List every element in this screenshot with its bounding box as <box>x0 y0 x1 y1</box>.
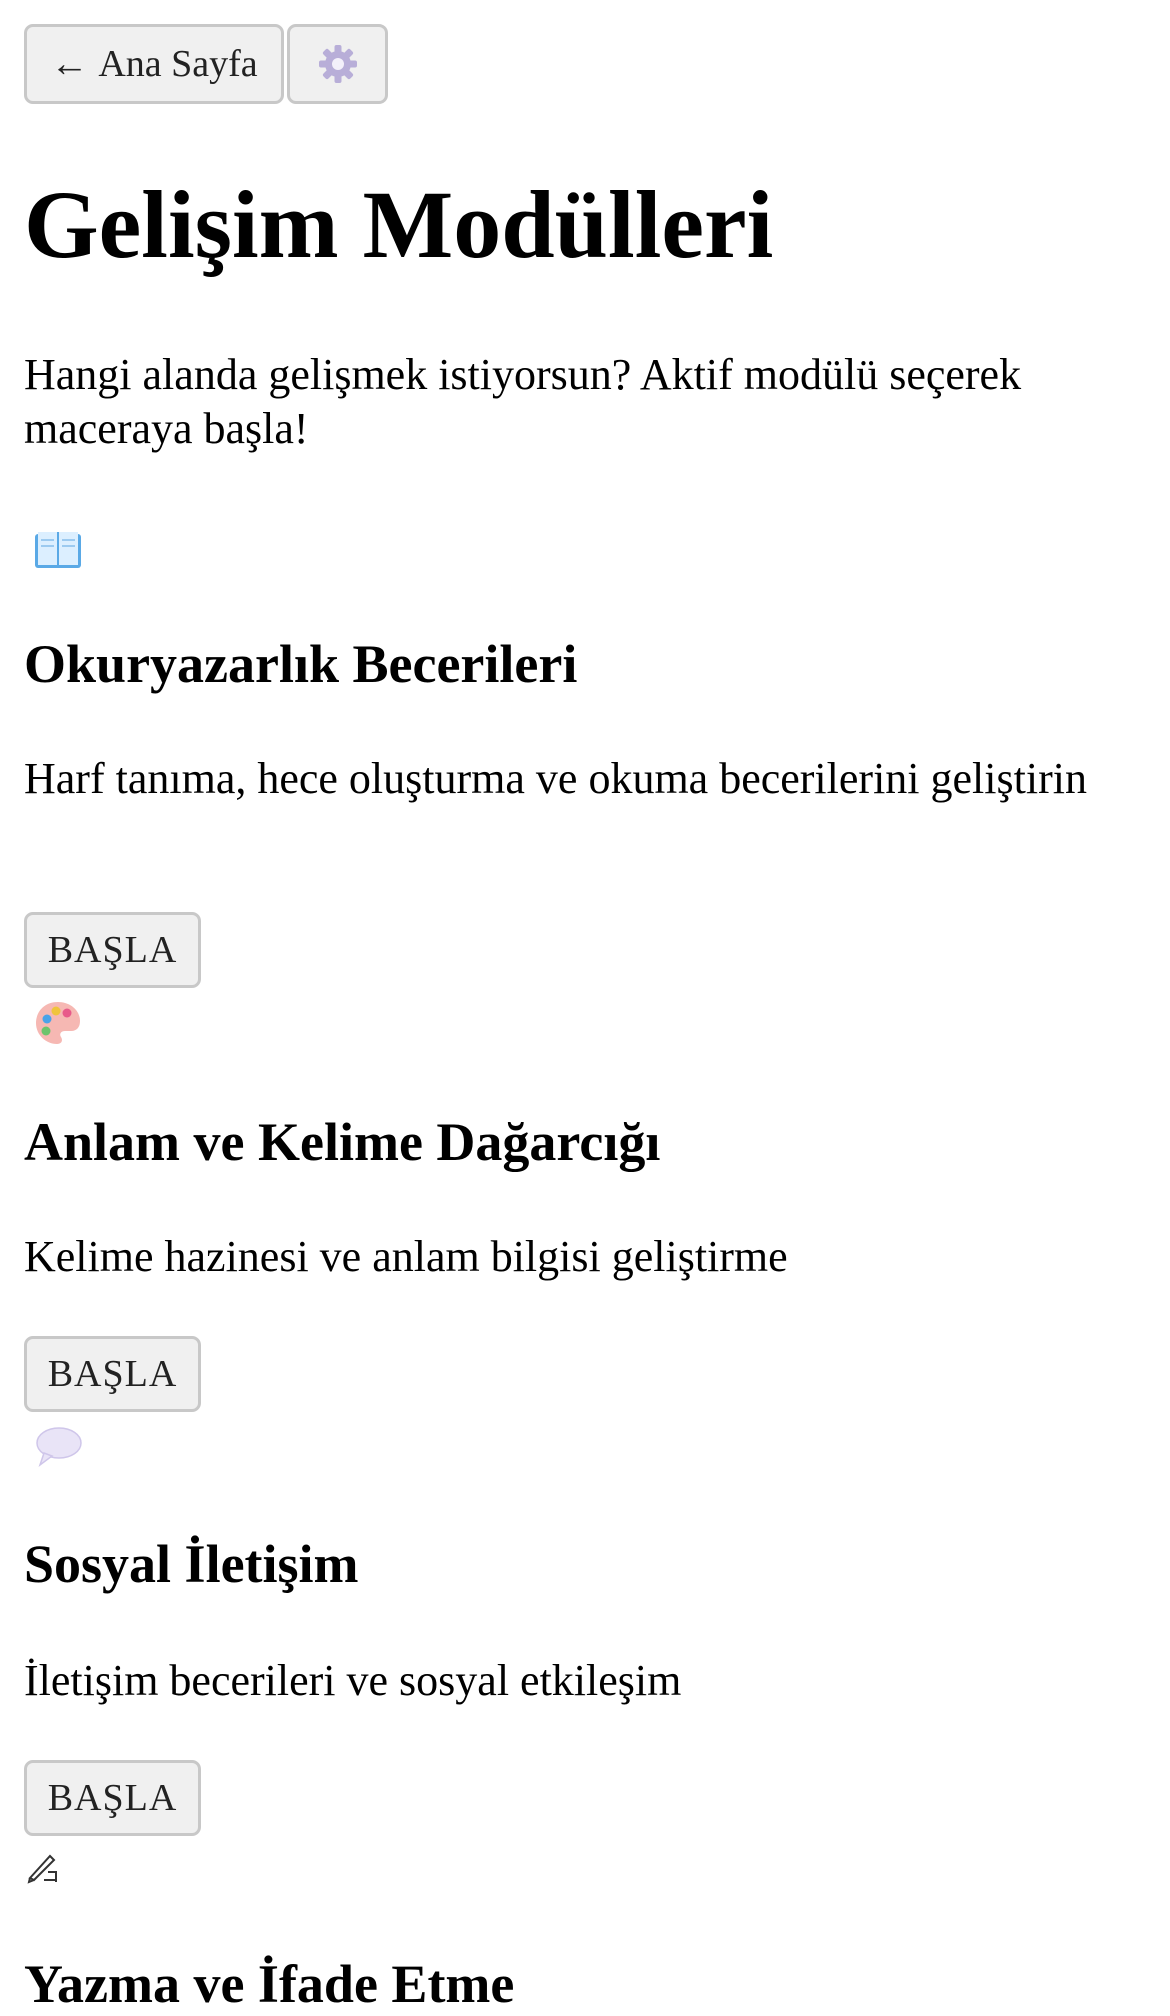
module-title: Okuryazarlık Becerileri <box>24 634 578 694</box>
speech-bubble-icon <box>36 1427 82 1468</box>
start-button-social[interactable]: BAŞLA <box>24 1760 201 1836</box>
back-arrow-icon: ← <box>50 43 89 85</box>
home-back-button[interactable]: ← Ana Sayfa <box>24 24 284 104</box>
palette-icon <box>36 1002 80 1044</box>
start-button-vocabulary[interactable]: BAŞLA <box>24 1336 201 1412</box>
page-intro: Hangi alanda gelişmek istiyorsun? Aktif … <box>24 350 1022 453</box>
modules-page: ← Ana Sayfa Gelişim Modülleri Hangi alan… <box>0 0 1170 2014</box>
module-title: Sosyal İletişim <box>24 1534 359 1594</box>
settings-button[interactable] <box>287 24 388 104</box>
module-title: Anlam ve Kelime Dağarcığı <box>24 1112 661 1172</box>
open-book-icon <box>35 532 81 568</box>
gear-icon <box>318 45 357 83</box>
page-title: Gelişim Modülleri <box>24 171 774 278</box>
module-description: Kelime hazinesi ve anlam bilgisi gelişti… <box>24 1232 788 1281</box>
module-description: İletişim becerileri ve sosyal etkileşim <box>24 1656 682 1705</box>
module-title: Yazma ve İfade Etme <box>24 1954 515 2014</box>
start-button-literacy[interactable]: BAŞLA <box>24 912 201 988</box>
writing-hand-icon <box>27 1854 57 1884</box>
module-description: Harf tanıma, hece oluşturma ve okuma bec… <box>24 754 1087 803</box>
back-button-label: Ana Sayfa <box>98 43 258 85</box>
